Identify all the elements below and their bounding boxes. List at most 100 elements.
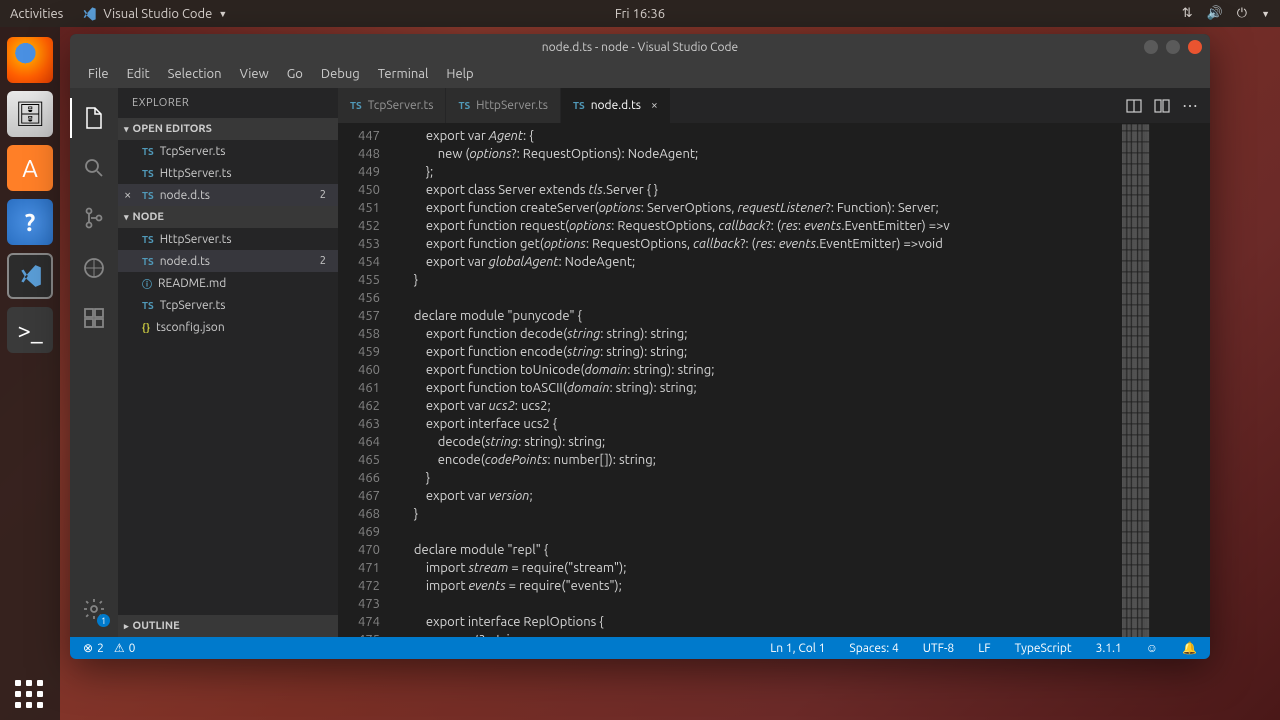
file-label: node.d.ts — [160, 255, 210, 268]
file-label: README.md — [158, 277, 226, 290]
status-language[interactable]: TypeScript — [1010, 642, 1077, 655]
menu-bar: FileEditSelectionViewGoDebugTerminalHelp — [70, 60, 1210, 88]
editor-area: TSTcpServer.tsTSHttpServer.tsTSnode.d.ts… — [338, 88, 1210, 637]
chevron-down-icon: ▾ — [124, 124, 129, 135]
close-window-button[interactable] — [1188, 40, 1202, 54]
menu-selection[interactable]: Selection — [160, 63, 230, 85]
maximize-button[interactable] — [1166, 40, 1180, 54]
dock-files[interactable]: 🗄 — [7, 91, 53, 137]
chevron-down-icon: ▾ — [124, 212, 129, 223]
line-gutter: 447 448 449 450 451 452 453 454 455 456 … — [338, 123, 394, 637]
status-errors[interactable]: ⊗ 2 — [78, 641, 109, 655]
outline-label: OUTLINE — [133, 620, 180, 632]
close-icon[interactable]: × — [651, 99, 658, 112]
dock-help[interactable]: ? — [7, 199, 53, 245]
menu-view[interactable]: View — [232, 63, 277, 85]
status-bell-icon[interactable]: 🔔 — [1177, 641, 1202, 655]
search-tab[interactable] — [70, 148, 118, 188]
file-label: HttpServer.ts — [160, 233, 232, 246]
editor-tabs: TSTcpServer.tsTSHttpServer.tsTSnode.d.ts… — [338, 88, 1210, 123]
dock-firefox[interactable] — [7, 37, 53, 83]
close-icon[interactable]: × — [124, 188, 131, 202]
ts-icon: TS — [142, 146, 154, 157]
power-icon[interactable]: ⏻ — [1237, 6, 1247, 21]
sidebar: EXPLORER ▾ OPEN EDITORS TS TcpServer.ts TS H… — [118, 88, 338, 637]
vscode-icon — [81, 6, 97, 22]
network-icon[interactable]: ⇅ — [1182, 6, 1193, 21]
ts-icon: TS — [458, 100, 470, 111]
app-menu[interactable]: Visual Studio Code ▼ — [81, 6, 227, 22]
menu-help[interactable]: Help — [438, 63, 481, 85]
status-bar: ⊗ 2 ⚠ 0 Ln 1, Col 1 Spaces: 4 UTF-8 LF T… — [70, 637, 1210, 659]
editor-tab[interactable]: TS HttpServer.ts — [446, 88, 561, 123]
title-bar: node.d.ts - node - Visual Studio Code — [70, 34, 1210, 60]
minimap[interactable]: ████ ███ █████ ███ ██████ ████ ███ █████… — [1120, 123, 1210, 637]
file-icon: ⓘ — [142, 276, 152, 291]
menu-file[interactable]: File — [80, 63, 117, 85]
editor-layout-icon[interactable] — [1154, 98, 1170, 114]
window-title: node.d.ts - node - Visual Studio Code — [542, 41, 738, 54]
file-label: TcpServer.ts — [160, 299, 226, 312]
menu-go[interactable]: Go — [279, 63, 311, 85]
settings-tab[interactable]: 1 — [70, 589, 118, 629]
file-icon: TS — [142, 300, 154, 311]
problems-badge: 2 — [320, 255, 332, 267]
file-item[interactable]: TS HttpServer.ts — [118, 228, 338, 250]
more-actions-icon[interactable]: ⋯ — [1182, 96, 1198, 115]
vscode-window: node.d.ts - node - Visual Studio Code Fi… — [70, 34, 1210, 659]
chevron-down-icon: ▼ — [1261, 9, 1270, 19]
file-item[interactable]: TS TcpServer.ts — [118, 294, 338, 316]
project-section[interactable]: ▾ NODE — [118, 206, 338, 228]
gnome-clock[interactable]: Fri 16:36 — [615, 7, 665, 21]
status-ts-version[interactable]: 3.1.1 — [1091, 642, 1127, 655]
status-spaces[interactable]: Spaces: 4 — [844, 642, 903, 655]
dock-show-apps[interactable] — [15, 680, 43, 708]
source-control-tab[interactable] — [70, 198, 118, 238]
editor-tab[interactable]: TSTcpServer.ts — [338, 88, 446, 123]
split-editor-icon[interactable] — [1126, 98, 1142, 114]
file-icon: TS — [142, 256, 154, 267]
file-item[interactable]: TS node.d.ts 2 — [118, 250, 338, 272]
file-label: node.d.ts — [160, 189, 210, 202]
status-eol[interactable]: LF — [973, 642, 995, 655]
minimize-button[interactable] — [1144, 40, 1158, 54]
code-editor[interactable]: 447 448 449 450 451 452 453 454 455 456 … — [338, 123, 1210, 637]
code-content[interactable]: export var Agent: { new (options?: Reque… — [394, 123, 1120, 637]
app-menu-label: Visual Studio Code — [103, 7, 212, 21]
outline-section[interactable]: ▸ OUTLINE — [118, 615, 338, 637]
volume-icon[interactable]: 🔊 — [1207, 6, 1223, 21]
ts-icon: TS — [350, 100, 362, 111]
activities-button[interactable]: Activities — [10, 7, 63, 21]
extensions-tab[interactable] — [70, 298, 118, 338]
chevron-down-icon: ▼ — [218, 9, 227, 19]
open-editor-item[interactable]: TSHttpServer.ts — [118, 162, 338, 184]
sidebar-title: EXPLORER — [118, 88, 338, 118]
explorer-tab[interactable] — [70, 98, 118, 138]
project-label: NODE — [133, 211, 164, 223]
menu-edit[interactable]: Edit — [119, 63, 158, 85]
open-editors-section[interactable]: ▾ OPEN EDITORS — [118, 118, 338, 140]
open-editors-label: OPEN EDITORS — [133, 123, 212, 135]
dock-software[interactable]: A — [7, 145, 53, 191]
file-item[interactable]: {}tsconfig.json — [118, 316, 338, 338]
file-item[interactable]: ⓘ README.md — [118, 272, 338, 294]
ts-icon: TS — [142, 168, 154, 179]
file-icon: TS — [142, 234, 154, 245]
status-feedback-icon[interactable]: ☺ — [1141, 641, 1163, 655]
gnome-dock: 🗄 A ? >_ — [0, 27, 60, 720]
chevron-right-icon: ▸ — [124, 621, 129, 632]
status-encoding[interactable]: UTF-8 — [918, 642, 959, 655]
menu-debug[interactable]: Debug — [313, 63, 368, 85]
tab-label: HttpServer.ts — [476, 99, 548, 112]
editor-tab[interactable]: TSnode.d.ts× — [561, 88, 671, 123]
status-cursor[interactable]: Ln 1, Col 1 — [765, 642, 830, 655]
status-warnings[interactable]: ⚠ 0 — [109, 641, 141, 655]
dock-terminal[interactable]: >_ — [7, 307, 53, 353]
open-editor-item[interactable]: TSTcpServer.ts — [118, 140, 338, 162]
debug-tab[interactable] — [70, 248, 118, 288]
dock-vscode[interactable] — [7, 253, 53, 299]
menu-terminal[interactable]: Terminal — [370, 63, 437, 85]
open-editor-item[interactable]: ×TSnode.d.ts2 — [118, 184, 338, 206]
settings-badge: 1 — [97, 614, 110, 627]
gnome-top-bar: Activities Visual Studio Code ▼ Fri 16:3… — [0, 0, 1280, 27]
